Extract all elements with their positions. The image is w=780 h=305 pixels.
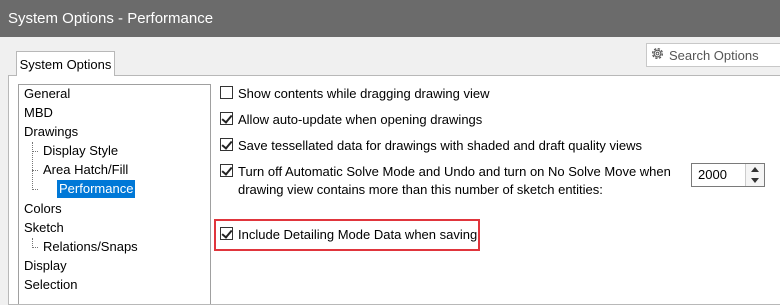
tree-item-colors[interactable]: Colors	[24, 200, 62, 218]
option-label: Allow auto-update when opening drawings	[238, 112, 483, 127]
tab-label: System Options	[19, 56, 112, 72]
option-label: Include Detailing Mode Data when saving	[238, 227, 478, 242]
option-label-line1: Turn off Automatic Solve Mode and Undo a…	[238, 164, 671, 179]
option-turn-off-automatic-solve[interactable]: Turn off Automatic Solve Mode and Undo a…	[220, 163, 671, 199]
checkbox[interactable]	[220, 86, 233, 99]
option-label: Save tessellated data for drawings with …	[238, 138, 642, 153]
tree-item-relations-snaps[interactable]: Relations/Snaps	[43, 238, 138, 256]
tree-item-drawings[interactable]: Drawings	[24, 123, 78, 141]
search-options-label: Search Options	[669, 47, 759, 63]
tree-item-area-hatch-fill[interactable]: Area Hatch/Fill	[43, 161, 128, 179]
gear-icon	[647, 46, 669, 64]
tree-item-general[interactable]: General	[24, 85, 70, 103]
tree-item-selection[interactable]: Selection	[24, 276, 77, 294]
tree-item-display[interactable]: Display	[24, 257, 67, 275]
checkbox[interactable]	[220, 112, 233, 125]
tree-item-mbd[interactable]: MBD	[24, 104, 53, 122]
options-tree: General MBD Drawings Display Style Area …	[18, 84, 211, 304]
checkbox[interactable]	[220, 227, 233, 240]
tab-system-options[interactable]: System Options	[16, 51, 115, 76]
tree-item-sketch[interactable]: Sketch	[24, 219, 64, 237]
spinner-buttons	[745, 164, 764, 186]
option-allow-auto-update[interactable]: Allow auto-update when opening drawings	[220, 111, 482, 129]
search-options-box[interactable]: Search Options	[646, 43, 780, 67]
option-label: Turn off Automatic Solve Mode and Undo a…	[238, 163, 671, 199]
window-title: System Options - Performance	[8, 10, 214, 27]
spinner-value[interactable]: 2000	[698, 167, 727, 182]
option-save-tessellated-data[interactable]: Save tessellated data for drawings with …	[220, 137, 642, 155]
option-label: Show contents while dragging drawing vie…	[238, 86, 490, 101]
window-title-bar: System Options - Performance	[0, 0, 780, 37]
option-label-line2: drawing view contains more than this num…	[238, 182, 603, 197]
spinner-down-button[interactable]	[746, 175, 764, 186]
arrow-down-icon	[751, 178, 759, 183]
checkbox[interactable]	[220, 138, 233, 151]
sketch-entities-spinner[interactable]: 2000	[691, 163, 765, 187]
option-include-detailing-mode-data[interactable]: Include Detailing Mode Data when saving	[220, 226, 477, 244]
option-show-contents-dragging[interactable]: Show contents while dragging drawing vie…	[220, 85, 489, 103]
arrow-up-icon	[751, 167, 759, 172]
tree-item-performance[interactable]: Performance	[57, 180, 136, 198]
tree-item-display-style[interactable]: Display Style	[43, 142, 118, 160]
checkbox[interactable]	[220, 164, 233, 177]
